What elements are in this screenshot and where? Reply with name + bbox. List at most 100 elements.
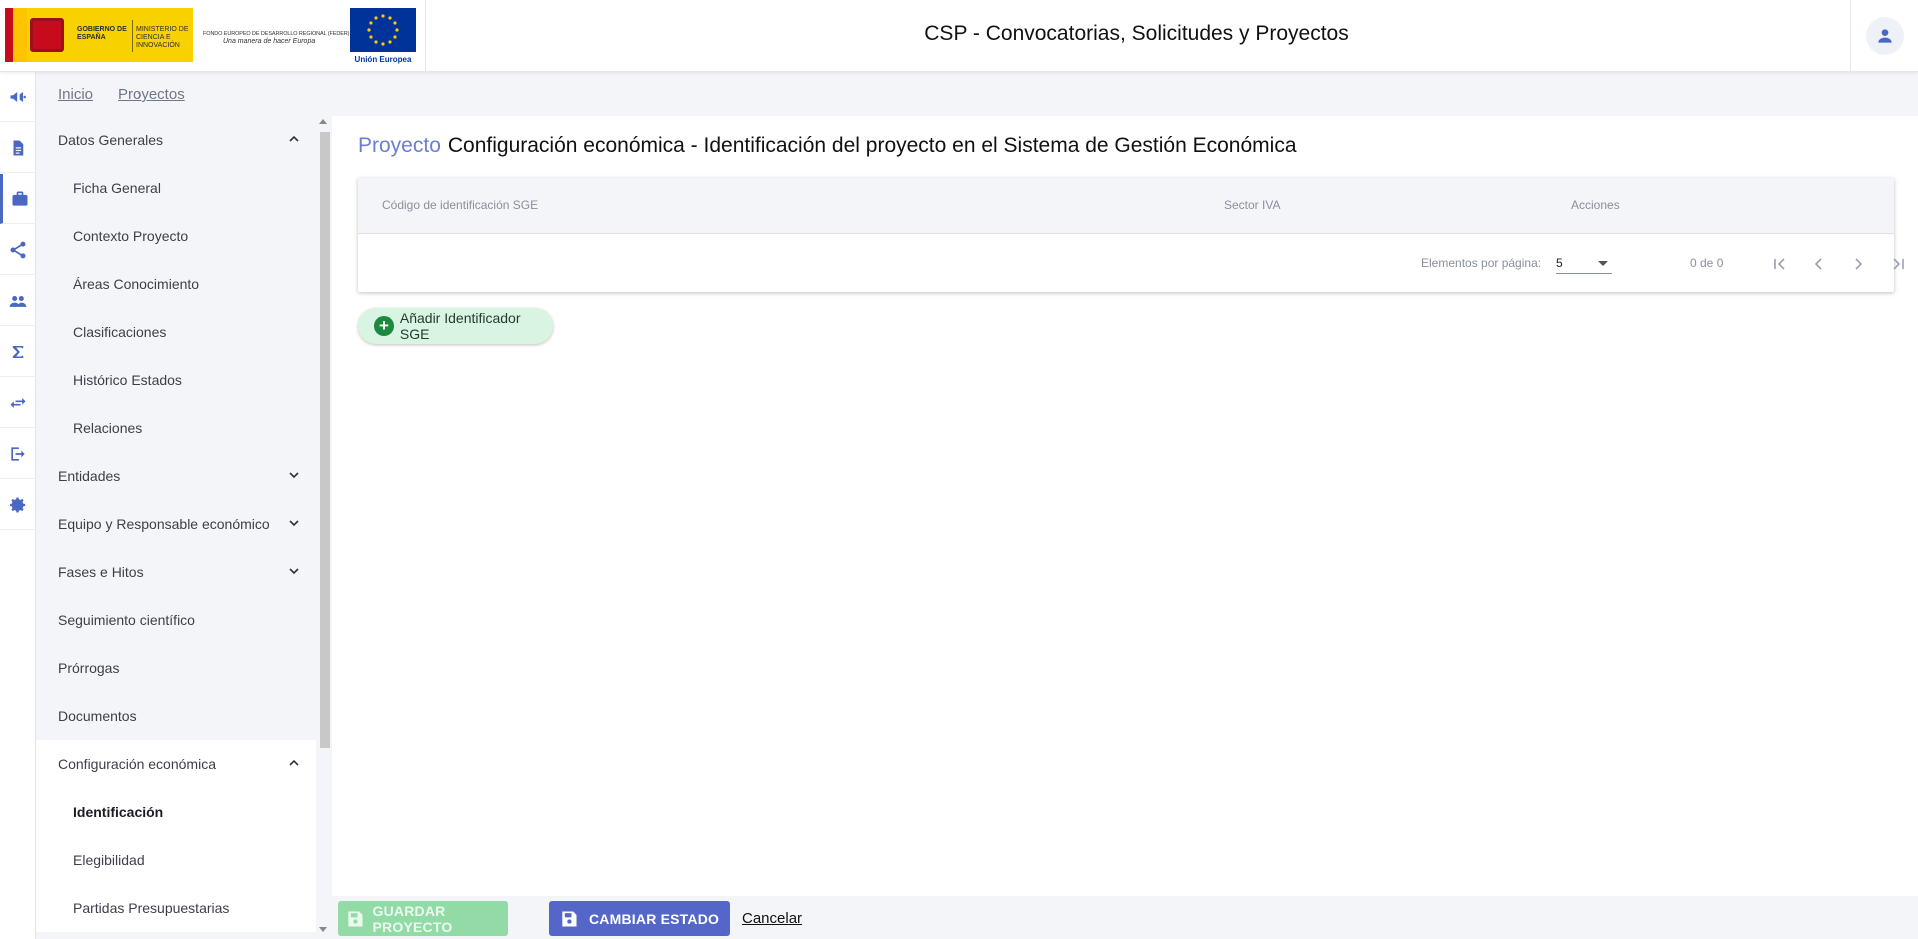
add-sge-identifier-label: Añadir Identificador SGE [399,310,521,342]
save-icon [562,911,577,926]
nav-label: Elegibilidad [73,852,145,868]
nav-label: Documentos [58,708,137,724]
breadcrumb-inicio[interactable]: Inicio [58,86,93,103]
nav-partidas-presupuestarias[interactable]: Partidas Presupuestarias [36,884,316,932]
eu-flag-icon [350,8,416,52]
chevron-left-icon [1814,258,1822,270]
chevron-down-icon [289,568,299,575]
cancel-link[interactable]: Cancelar [742,910,802,927]
nav-documentos[interactable]: Documentos [36,692,316,740]
chevron-down-icon [289,520,299,527]
nav-configuracion-economica[interactable]: Configuración económica [36,740,316,788]
change-state-button[interactable]: CAMBIAR ESTADO [549,901,730,936]
nav-seguimiento-cientifico[interactable]: Seguimiento científico [36,596,316,644]
dropdown-arrow-icon [1598,261,1608,266]
page-title-accent: Proyecto [358,134,441,157]
module-rail [0,72,36,939]
nav-label: Histórico Estados [73,372,182,388]
breadcrumb-proyectos[interactable]: Proyectos [118,86,185,103]
page-size-select[interactable]: 5 [1556,252,1612,274]
action-footer: GUARDAR PROYECTO CAMBIAR ESTADO Cancelar [332,896,1918,939]
eu-label: Unión Europea [354,55,412,64]
nav-identificacion[interactable]: Identificación [36,788,316,836]
rail-sigma[interactable] [0,327,36,377]
prev-page-button[interactable] [1807,252,1831,276]
scroll-up-arrow-icon[interactable] [319,119,327,124]
nav-relaciones[interactable]: Relaciones [36,404,316,452]
col-acciones: Acciones [1571,198,1620,212]
share-icon [10,241,26,258]
nav-label: Clasificaciones [73,324,167,340]
nav-fases-hitos[interactable]: Fases e Hitos [36,548,316,596]
logo-gobierno-text: GOBIERNO DE ESPAÑA [77,26,127,41]
nav-equipo-responsable[interactable]: Equipo y Responsable económico [36,500,316,548]
page-title: Proyecto Configuración económica - Identi… [358,134,1297,158]
nav-entidades[interactable]: Entidades [36,452,316,500]
change-state-label: CAMBIAR ESTADO [589,910,720,927]
nav-contexto-proyecto[interactable]: Contexto Proyecto [36,212,316,260]
feder-title: FONDO EUROPEO DE DESARROLLO REGIONAL (FE… [203,31,350,37]
rail-swap[interactable] [0,378,36,428]
rail-exit[interactable] [0,429,36,479]
paginator: Elementos por página: 5 0 de 0 [358,234,1904,292]
logo-strip: GOBIERNO DE ESPAÑA MINISTERIO DE CIENCIA… [0,0,426,72]
coat-of-arms-icon [27,15,67,55]
rail-solicitudes[interactable] [0,123,36,173]
nav-datos-generales[interactable]: Datos Generales [36,116,316,164]
project-sidenav: Datos Generales Ficha General Contexto P… [36,116,316,939]
sigma-icon [12,345,24,358]
nav-label: Relaciones [73,420,143,436]
document-icon [13,140,24,155]
page-title-text: Configuración económica - Identificación… [447,134,1297,157]
last-page-icon [1893,258,1904,270]
add-sge-identifier-button[interactable]: + Añadir Identificador SGE [358,308,553,344]
save-project-button[interactable]: GUARDAR PROYECTO [338,901,508,936]
chevron-up-icon [289,759,299,766]
app-title: CSP - Convocatorias, Solicitudes y Proye… [924,22,1349,45]
nav-label: Entidades [58,468,121,484]
nav-label: Identificación [73,804,164,820]
briefcase-icon [12,191,27,206]
rail-settings[interactable] [0,480,36,530]
feder-motto: Una manera de hacer Europa [223,38,316,45]
table-header: Código de identificación SGE Sector IVA … [358,178,1894,234]
rail-proyectos[interactable] [0,174,36,224]
nav-label: Partidas Presupuestarias [73,900,230,916]
add-circle-icon: + [374,316,394,336]
nav-clasificaciones[interactable]: Clasificaciones [36,308,316,356]
scroll-down-arrow-icon[interactable] [319,927,327,932]
last-page-button[interactable] [1886,252,1910,276]
main-content: Proyecto Configuración económica - Identi… [332,116,1918,896]
sidenav-scroll-thumb[interactable] [320,132,330,748]
nav-historico-estados[interactable]: Histórico Estados [36,356,316,404]
nav-label: Datos Generales [58,132,164,148]
exit-icon [11,446,25,461]
nav-elegibilidad[interactable]: Elegibilidad [36,836,316,884]
rail-convocatorias[interactable] [0,72,36,122]
sge-table: Código de identificación SGE Sector IVA … [358,178,1904,292]
nav-ficha-general[interactable]: Ficha General [36,164,316,212]
col-codigo-sge[interactable]: Código de identificación SGE [382,198,538,212]
col-sector-iva[interactable]: Sector IVA [1224,198,1280,212]
rail-people[interactable] [0,276,36,326]
first-page-icon [1774,258,1785,270]
first-page-button[interactable] [1768,252,1792,276]
page-size-label: Elementos por página: [1421,256,1542,270]
next-page-button[interactable] [1846,252,1870,276]
app-header: GOBIERNO DE ESPAÑA MINISTERIO DE CIENCIA… [0,0,1918,72]
nav-label: Ficha General [73,180,161,196]
save-project-label: GUARDAR PROYECTO [372,902,453,935]
user-menu-button[interactable] [1866,17,1904,55]
nav-prorrogas[interactable]: Prórrogas [36,644,316,692]
megaphone-icon [10,91,26,102]
page-size-value: 5 [1556,256,1563,270]
nav-label: Configuración económica [58,756,216,772]
ministry-logo: GOBIERNO DE ESPAÑA MINISTERIO DE CIENCIA… [5,8,193,62]
nav-label: Seguimiento científico [58,612,195,628]
swap-icon [10,397,26,408]
save-icon [348,911,363,926]
rail-share[interactable] [0,225,36,275]
nav-areas-conocimiento[interactable]: Áreas Conocimiento [36,260,316,308]
page-range: 0 de 0 [1690,256,1724,270]
nav-label: Contexto Proyecto [73,228,189,244]
